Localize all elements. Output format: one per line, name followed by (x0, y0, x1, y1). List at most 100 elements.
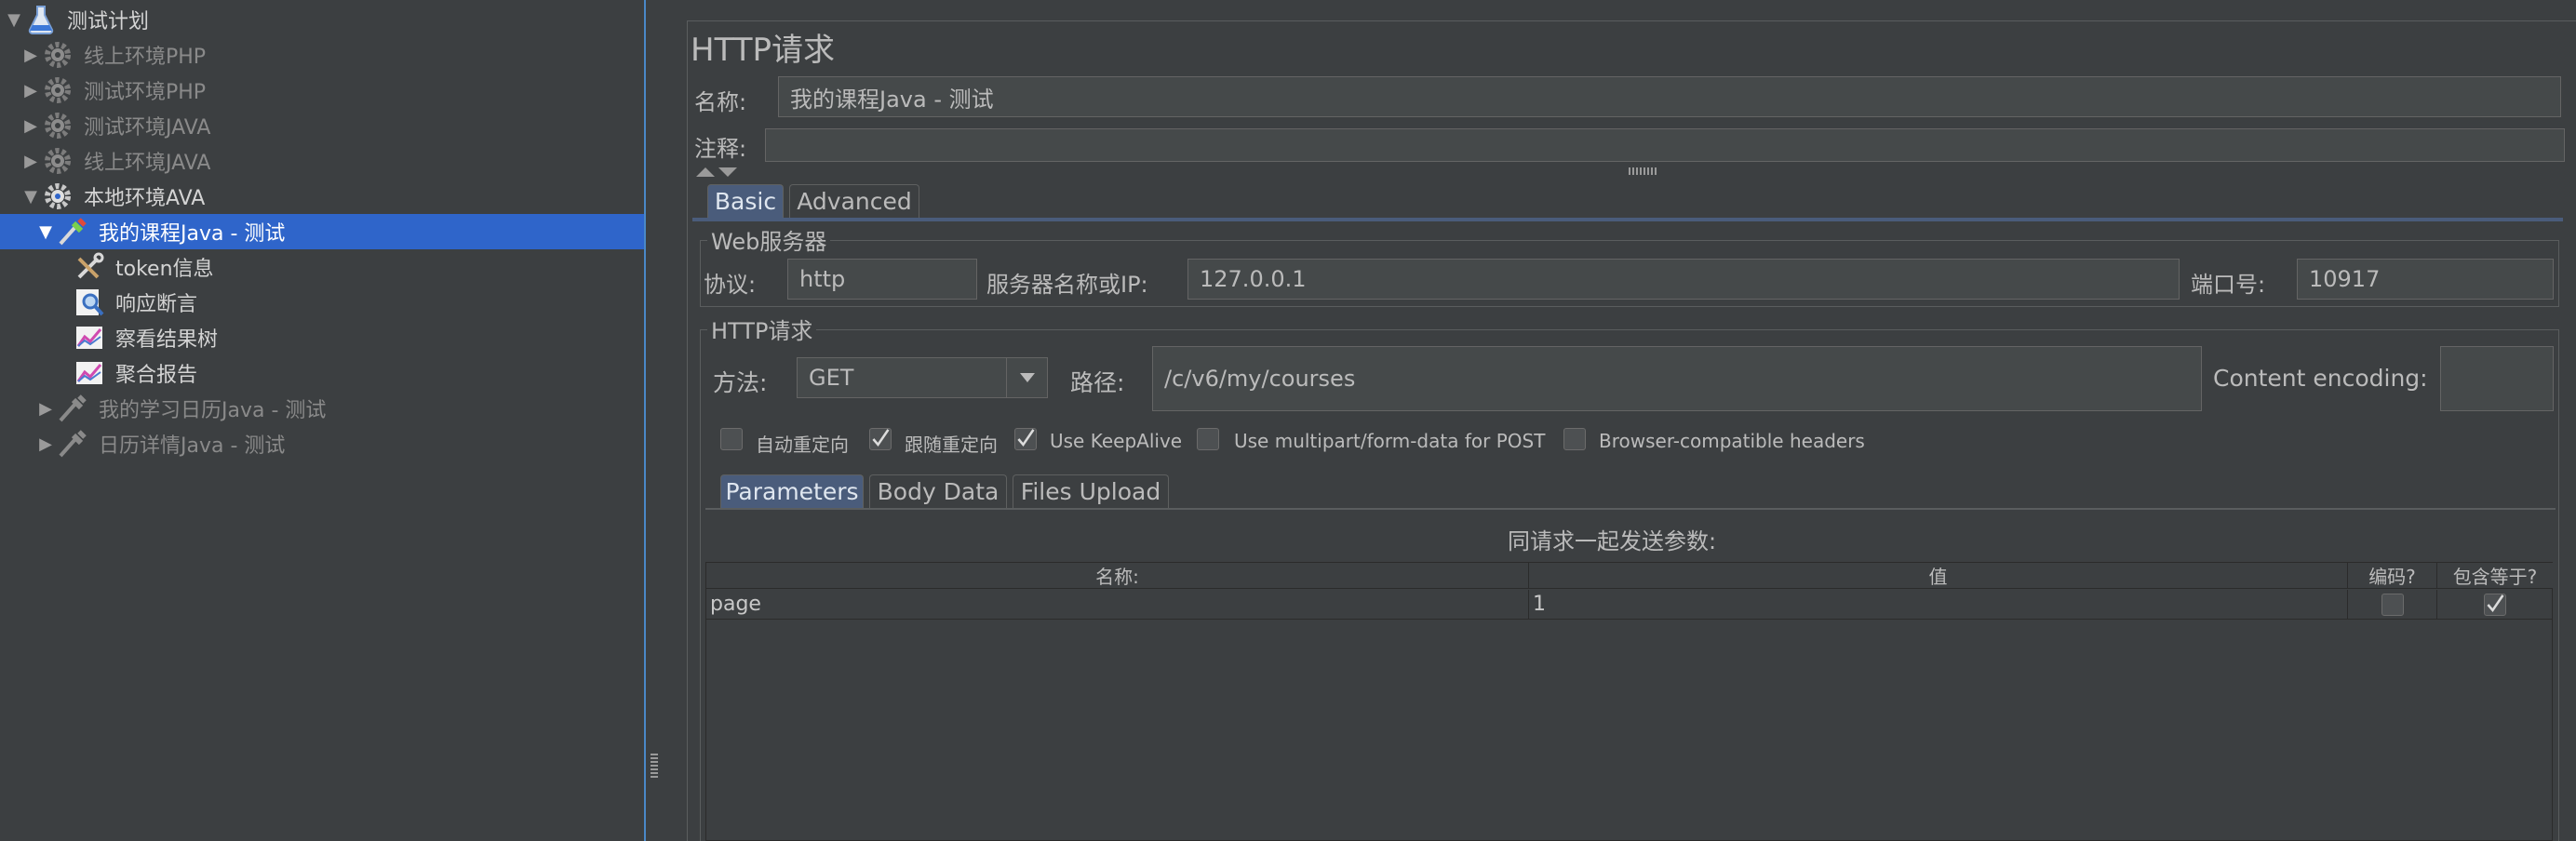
splitter-grip-icon[interactable] (651, 752, 658, 778)
http-sampler-pipette-icon (56, 427, 89, 461)
table-cell-encode[interactable] (2348, 590, 2437, 620)
tree-item-http-sampler[interactable]: ▶ 我的学习日历Java - 测试 (0, 391, 644, 426)
auto-redirect-label: 自动重定向 (756, 434, 849, 456)
tree-item-label: 线上环境PHP (84, 46, 207, 69)
method-select-value: GET (809, 365, 854, 391)
tree-item-http-sampler[interactable]: ▶ 日历详情Java - 测试 (0, 426, 644, 461)
tree-item-label: 日历详情Java - 测试 (99, 434, 286, 458)
keepalive-label: Use KeepAlive (1050, 430, 1183, 452)
tree-item-thread-group[interactable]: ▼ 本地环境AVA (0, 179, 644, 214)
expand-arrow-icon[interactable]: ▼ (20, 187, 41, 207)
checkmark-icon (1017, 429, 1035, 447)
table-cell-include-equals[interactable] (2437, 590, 2553, 620)
browser-headers-checkbox[interactable] (1563, 428, 1586, 450)
tab-files-upload[interactable]: Files Upload (1013, 474, 1169, 508)
tree-item-http-sampler-selected[interactable]: ▼ 我的课程Java - 测试 (0, 214, 644, 249)
column-header-name[interactable]: 名称: (706, 563, 1529, 589)
tree-item-label: 我的学习日历Java - 测试 (99, 399, 327, 422)
tree-item-thread-group[interactable]: ▶ 测试环境JAVA (0, 108, 644, 143)
expand-arrow-icon[interactable]: ▼ (35, 222, 56, 242)
parameters-table[interactable]: 名称: 值 编码? 包含等于? page 1 (705, 562, 2553, 841)
auto-redirect-checkbox[interactable] (720, 428, 743, 450)
panel-title: HTTP请求 (691, 32, 836, 69)
params-caption: 同请求一起发送参数: (1508, 528, 1717, 554)
chevron-down-icon[interactable] (1006, 357, 1047, 398)
collapse-toggle-icon[interactable] (694, 164, 739, 182)
server-field[interactable]: 127.0.0.1 (1187, 259, 2180, 300)
tree-item-listener[interactable]: 察看结果树 (0, 320, 644, 355)
tab-underline (692, 218, 2563, 221)
tree-item-assertion[interactable]: 响应断言 (0, 285, 644, 320)
listener-chart-icon (73, 356, 106, 390)
collapsed-arrow-icon[interactable]: ▶ (20, 46, 41, 65)
checkmark-icon (872, 429, 890, 447)
collapsed-arrow-icon[interactable]: ▶ (20, 116, 41, 136)
tree-item-label: 响应断言 (115, 293, 198, 316)
tree-item-thread-group[interactable]: ▶ 线上环境JAVA (0, 143, 644, 179)
comment-field[interactable] (765, 128, 2565, 162)
column-header-encode[interactable]: 编码? (2348, 563, 2437, 589)
tree-item-label: 我的课程Java - 测试 (99, 222, 286, 246)
table-cell-name[interactable]: page (706, 590, 1529, 620)
pane-splitter[interactable] (644, 0, 661, 841)
tree-item-label: 察看结果树 (115, 328, 219, 352)
column-header-include-equals[interactable]: 包含等于? (2437, 563, 2553, 589)
browser-headers-label: Browser-compatible headers (1599, 430, 1865, 452)
params-tab-underline (705, 508, 2556, 510)
keepalive-checkbox[interactable] (1014, 428, 1037, 450)
tree-item-listener[interactable]: 聚合报告 (0, 355, 644, 391)
tree-item-extractor[interactable]: token信息 (0, 249, 644, 285)
column-header-value[interactable]: 值 (1529, 563, 2348, 589)
include-equals-checkbox[interactable] (2484, 593, 2506, 616)
tree-item-label: 测试环境JAVA (84, 116, 211, 140)
method-label: 方法: (713, 369, 768, 396)
name-label: 名称: (694, 89, 747, 115)
expand-arrow-icon[interactable]: ▼ (4, 10, 24, 30)
path-label: 路径: (1070, 369, 1125, 396)
tab-body-data[interactable]: Body Data (869, 474, 1007, 508)
tab-advanced[interactable]: Advanced (789, 184, 919, 218)
collapsed-arrow-icon[interactable]: ▶ (20, 152, 41, 171)
thread-group-gear-icon (41, 109, 74, 142)
collapsed-arrow-icon[interactable]: ▶ (35, 434, 56, 454)
thread-group-gear-icon (41, 38, 74, 72)
protocol-field[interactable]: http (787, 259, 977, 300)
tree-item-test-plan[interactable]: ▼ 测试计划 (0, 2, 644, 37)
listener-chart-icon (73, 321, 106, 354)
tree-item-label: token信息 (115, 258, 214, 281)
content-encoding-label: Content encoding: (2213, 365, 2428, 392)
method-select[interactable]: GET (797, 357, 1048, 398)
collapsed-arrow-icon[interactable]: ▶ (35, 399, 56, 419)
table-cell-value[interactable]: 1 (1529, 590, 2348, 620)
comment-label: 注释: (694, 136, 747, 162)
multipart-label: Use multipart/form-data for POST (1234, 430, 1546, 452)
collapsed-arrow-icon[interactable]: ▶ (20, 81, 41, 100)
name-field[interactable]: 我的课程Java - 测试 (778, 76, 2561, 117)
tree-item-label: 聚合报告 (115, 364, 198, 387)
port-field[interactable]: 10917 (2297, 259, 2554, 300)
extractor-tools-icon (73, 250, 106, 284)
http-sampler-pipette-icon (56, 392, 89, 425)
checkmark-icon (2487, 594, 2504, 612)
tree-item-thread-group[interactable]: ▶ 测试环境PHP (0, 73, 644, 108)
content-encoding-field[interactable] (2440, 346, 2554, 411)
tab-parameters[interactable]: Parameters (720, 474, 864, 508)
follow-redirect-checkbox[interactable] (869, 428, 892, 450)
assertion-magnifier-icon (73, 286, 106, 319)
test-plan-tree[interactable]: ▼ 测试计划 ▶ 线上环境PHP ▶ 测试环境PHP ▶ 测试环境JAVA ▶ … (0, 0, 644, 841)
tree-item-label: 本地环境AVA (84, 187, 206, 210)
tab-basic[interactable]: Basic (707, 184, 784, 218)
resize-grip-icon[interactable] (1629, 167, 1657, 175)
follow-redirect-label: 跟随重定向 (905, 434, 998, 456)
path-field[interactable]: /c/v6/my/courses (1152, 346, 2202, 411)
encode-checkbox[interactable] (2381, 593, 2404, 616)
test-plan-flask-icon (24, 3, 58, 36)
web-server-group-title: Web服务器 (707, 223, 831, 256)
protocol-label: 协议: (704, 272, 757, 298)
server-label: 服务器名称或IP: (986, 272, 1148, 298)
thread-group-gear-icon (41, 144, 74, 178)
thread-group-gear-icon (41, 180, 74, 213)
tree-item-label: 测试计划 (67, 10, 150, 33)
multipart-checkbox[interactable] (1197, 428, 1219, 450)
tree-item-thread-group[interactable]: ▶ 线上环境PHP (0, 37, 644, 73)
